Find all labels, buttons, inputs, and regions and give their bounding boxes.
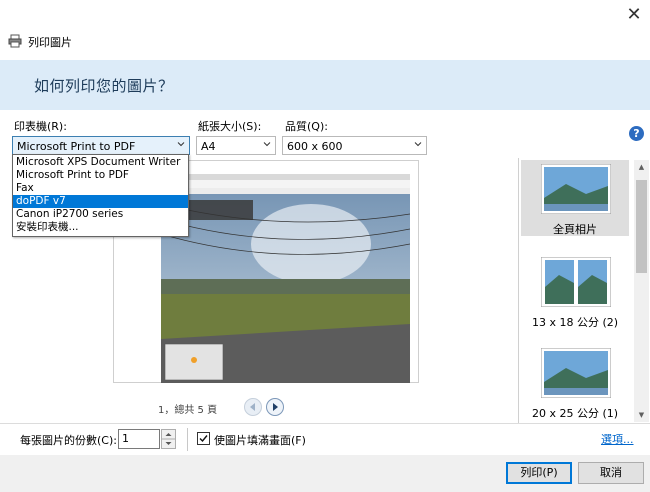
copies-input[interactable]: 1 [118,429,160,449]
printer-dropdown-list: Microsoft XPS Document Writer Microsoft … [12,154,189,237]
arrow-left-icon [250,403,255,411]
printer-app-icon [8,34,22,48]
scroll-up-icon[interactable]: ▲ [634,160,649,175]
arrow-right-icon [273,403,278,411]
preview-photo [161,174,410,383]
fit-picture-checkbox[interactable] [197,432,210,445]
previous-page-button[interactable] [244,398,262,416]
close-button[interactable]: ✕ [622,6,646,26]
printer-option[interactable]: Microsoft Print to PDF [13,169,188,182]
layout-caption: 13 x 18 公分 (2) [531,316,619,329]
title-bar [0,0,650,60]
chevron-down-icon [177,142,185,147]
copies-spinner[interactable] [161,429,176,449]
paper-size-select[interactable]: A4 [196,136,276,155]
spinner-arrows-icon [162,433,175,445]
printer-option[interactable]: Fax [13,182,188,195]
two-photos-thumbnail [540,256,612,308]
add-printer-option[interactable]: 安裝印表機... [13,221,188,234]
quality-label: 品質(Q): [285,120,328,133]
copies-label: 每張圖片的份數(C): [20,434,117,447]
single-photo-thumbnail [540,347,612,399]
chevron-down-icon [414,142,422,147]
layout-20x25[interactable] [540,347,612,399]
divider [187,428,188,451]
layout-13x18[interactable] [540,256,612,308]
next-page-button[interactable] [266,398,284,416]
paper-size-value: A4 [201,140,216,153]
help-icon[interactable]: ? [629,126,644,141]
page-indicator: 1，總共 5 頁 [158,405,218,416]
window-title: 列印圖片 [28,36,72,49]
checkmark-icon [199,435,208,443]
divider [0,423,650,424]
printer-option[interactable]: Microsoft XPS Document Writer [13,156,188,169]
print-button[interactable]: 列印(P) [506,462,572,484]
cancel-button[interactable]: 取消 [578,462,644,484]
full-page-photo-thumbnail [540,163,612,215]
printer-label: 印表機(R): [14,120,67,133]
layout-full-page[interactable] [540,163,612,215]
chevron-down-icon [263,142,271,147]
quality-value: 600 x 600 [287,140,343,153]
options-link[interactable]: 選項... [601,431,634,447]
fit-picture-label[interactable]: 使圖片填滿畫面(F) [214,432,306,448]
printer-option-highlighted[interactable]: doPDF v7 [13,195,188,208]
page-title: 如何列印您的圖片？ [34,77,174,95]
printer-select-value: Microsoft Print to PDF [17,140,136,153]
layout-caption: 20 x 25 公分 (1) [531,407,619,420]
scroll-down-icon[interactable]: ▼ [634,409,649,422]
quality-select[interactable]: 600 x 600 [282,136,427,155]
printer-select[interactable]: Microsoft Print to PDF [12,136,190,155]
paper-size-label: 紙張大小(S): [198,120,262,133]
printer-option[interactable]: Canon iP2700 series [13,208,188,221]
scroll-thumb[interactable] [636,180,647,273]
layout-caption: 全頁相片 [553,223,597,236]
